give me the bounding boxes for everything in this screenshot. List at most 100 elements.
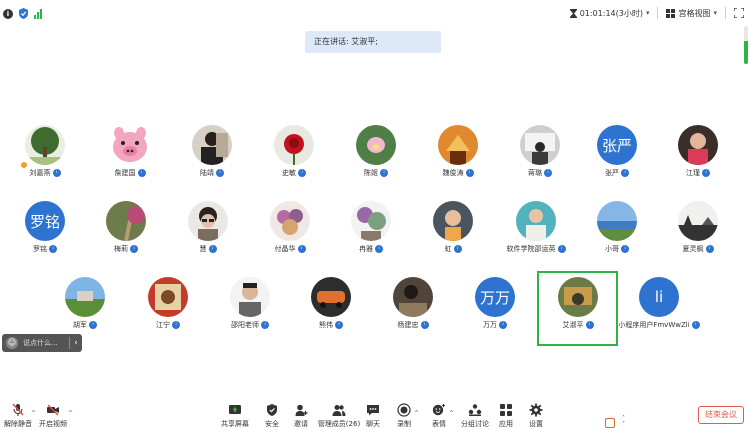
- fullscreen-icon[interactable]: [734, 8, 744, 18]
- chevron-up-icon[interactable]: ^: [414, 410, 419, 417]
- avatar: [433, 201, 473, 241]
- muted-status-icon: ᛍ: [172, 321, 180, 329]
- settings-button[interactable]: 设置: [518, 403, 554, 429]
- chat-placeholder: 说点什么...: [23, 339, 58, 347]
- participant-name-row: 小哥 ᛍ: [577, 244, 657, 254]
- participant-tile[interactable]: 蒋璐 ᛍ: [500, 125, 580, 178]
- participant-name: 邵阳老师: [231, 321, 259, 329]
- muted-status-icon: ᛍ: [298, 169, 306, 177]
- participant-name-row: 詹建国 ᛍ: [90, 168, 170, 178]
- muted-status-icon: ᛍ: [216, 169, 224, 177]
- participant-tile[interactable]: 虹ᛍ: [413, 201, 493, 254]
- participant-tile[interactable]: 梅莉 ᛍ: [86, 201, 166, 254]
- participant-tile[interactable]: 付晶华 ᛍ: [250, 201, 330, 254]
- shield-icon[interactable]: [19, 8, 28, 19]
- muted-status-icon: ᛍ: [375, 245, 383, 253]
- participant-name: 熊伟: [319, 321, 333, 329]
- participant-name-row: 刘嘉燕 ᛍ: [5, 168, 85, 178]
- record-label: 录制: [397, 420, 411, 428]
- avatar: [351, 201, 391, 241]
- participant-name: 冉雅: [359, 245, 373, 253]
- audio-level-meter: [744, 26, 748, 64]
- participant-name-row: 熊伟 ᛍ: [291, 320, 371, 330]
- muted-status-icon: ᛍ: [705, 245, 714, 253]
- participant-name: 虹: [444, 245, 452, 253]
- participant-tile[interactable]: 张严 张严 ᛍ: [577, 125, 657, 178]
- participant-tile[interactable]: 夏灵枫 ᛍ: [658, 201, 738, 254]
- participant-tile[interactable]: 胡军 ᛍ: [45, 277, 125, 330]
- participant-name: 胡军: [73, 321, 87, 329]
- avatar: [438, 125, 478, 165]
- avatar: [25, 125, 65, 165]
- muted-status-icon: ᛍ: [208, 245, 217, 253]
- muted-status-icon: ᛍ: [453, 245, 462, 253]
- video-off-icon: [47, 404, 59, 416]
- avatar: 张严: [597, 125, 637, 165]
- avatar: [520, 125, 560, 165]
- muted-status-icon: ᛍ: [557, 245, 566, 253]
- meeting-timer[interactable]: 01:01:14(3小时) ▾: [569, 8, 650, 19]
- participant-name-row: 虹ᛍ: [413, 244, 493, 254]
- breakout-rooms-icon: [468, 404, 482, 416]
- chevron-up-icon[interactable]: ^: [449, 410, 454, 417]
- avatar: 万万: [475, 277, 515, 317]
- participant-tile[interactable]: 慧ᛍ: [168, 201, 248, 254]
- participant-tile[interactable]: 杨建忠 ᛍ: [373, 277, 453, 330]
- share-screen-button[interactable]: 共享屏幕: [217, 403, 253, 429]
- participant-name-row: 邵阳老师 ᛍ: [210, 320, 290, 330]
- chat-input-mini[interactable]: ☺ 说点什么... ‹: [2, 334, 82, 352]
- participant-tile[interactable]: 小哥 ᛍ: [577, 201, 657, 254]
- participant-tile[interactable]: 万万 万万 ᛍ: [455, 277, 535, 330]
- muted-status-icon: ᛍ: [465, 169, 474, 177]
- participant-tile[interactable]: 冉雅 ᛍ: [331, 201, 411, 254]
- participant-tile[interactable]: 软件学院邵运英 ᛍ: [496, 201, 576, 254]
- participant-tile[interactable]: 江宁 ᛍ: [128, 277, 208, 330]
- participant-tile[interactable]: 邵阳老师 ᛍ: [210, 277, 290, 330]
- participant-name-row: 胡军 ᛍ: [45, 320, 125, 330]
- end-meeting-button[interactable]: 结束会议: [698, 406, 744, 424]
- chevron-up-icon[interactable]: ^: [68, 410, 73, 417]
- minimize-panel-icon[interactable]: [605, 418, 615, 428]
- emoji-icon[interactable]: ☺: [6, 337, 18, 349]
- avatar: [110, 125, 150, 165]
- chevron-down-icon: ▾: [645, 9, 650, 17]
- participant-name: 江宁: [156, 321, 170, 329]
- participant-tile[interactable]: li 小程序用户FmvWwZli ᛍ: [616, 277, 702, 330]
- muted-status-icon: ᛍ: [52, 169, 61, 177]
- participant-tile[interactable]: 熊伟 ᛍ: [291, 277, 371, 330]
- info-icon[interactable]: i: [3, 8, 13, 19]
- participant-name: 张严: [605, 169, 619, 177]
- avatar: [393, 277, 433, 317]
- settings-label: 设置: [529, 420, 543, 428]
- muted-status-icon: ᛍ: [380, 169, 388, 177]
- avatar: [311, 277, 351, 317]
- participant-tile[interactable]: 詹建国 ᛍ: [90, 125, 170, 178]
- muted-status-icon: ᛍ: [544, 169, 552, 177]
- participant-tile[interactable]: 江瑾 ᛍ: [658, 125, 738, 178]
- participant-name: 陆靖: [200, 169, 214, 177]
- participant-name-row: 江瑾 ᛍ: [658, 168, 738, 178]
- participant-name: 梅莉: [114, 245, 128, 253]
- participant-name-row: 罗铭 ᛍ: [5, 244, 85, 254]
- participant-name-row: 蒋璐 ᛍ: [500, 168, 580, 178]
- collapse-icon[interactable]: ‹: [70, 338, 82, 348]
- signal-icon[interactable]: [34, 8, 42, 19]
- participant-tile[interactable]: 刘嘉燕 ᛍ: [5, 125, 85, 178]
- timer-text: 01:01:14(3小时): [579, 8, 643, 18]
- view-switcher[interactable]: 宫格视图 ▾: [666, 8, 717, 19]
- participant-tile[interactable]: 陆靖 ᛍ: [172, 125, 252, 178]
- participant-name: 夏灵枫: [682, 245, 704, 253]
- divider: [725, 7, 726, 19]
- breakout-label: 分组讨论: [461, 420, 489, 428]
- video-button[interactable]: 开启视频: [35, 403, 71, 429]
- invite-button[interactable]: 邀请: [283, 403, 319, 429]
- panel-toggle-caret[interactable]: ˄ ˅: [622, 416, 625, 428]
- avatar: 罗铭: [25, 201, 65, 241]
- participant-tile[interactable]: 罗铭罗铭 ᛍ: [5, 201, 85, 254]
- participant-name-row: 杨建忠 ᛍ: [373, 320, 453, 330]
- participant-tile[interactable]: 陈姬 ᛍ: [336, 125, 416, 178]
- share-screen-label: 共享屏幕: [221, 420, 249, 428]
- participant-name: 万万: [483, 321, 497, 329]
- participant-tile[interactable]: 魏俊涛 ᛍ: [418, 125, 498, 178]
- participant-tile[interactable]: 史敏 ᛍ: [254, 125, 334, 178]
